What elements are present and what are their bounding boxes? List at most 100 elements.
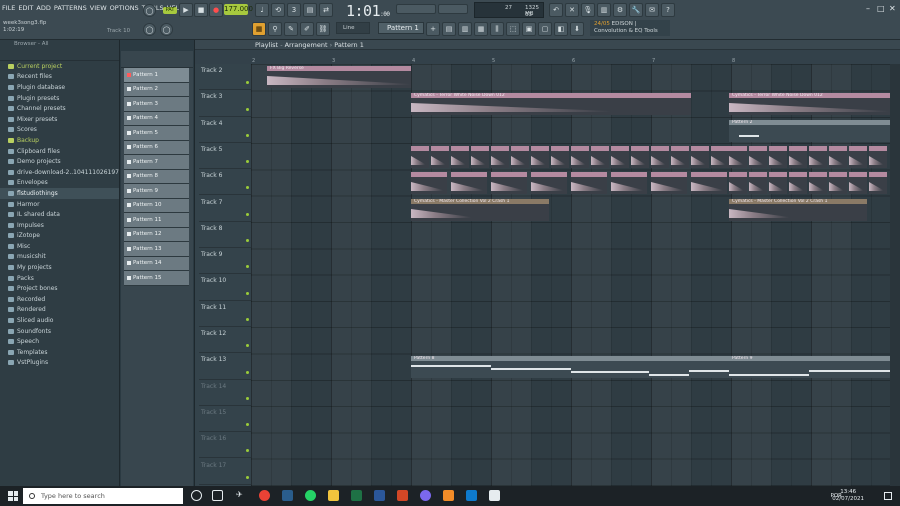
track-header[interactable]: Track 11 [199,301,251,327]
browser-item[interactable]: Current project [0,61,119,72]
plugin-icon[interactable]: ⚙ [613,3,627,17]
track-header[interactable]: Track 17 [199,459,251,485]
project-info-icon[interactable]: ▢ [538,22,552,36]
browser-item[interactable]: drive-download-2..104111026197.001 [0,167,119,178]
clip-sample[interactable] [869,146,887,168]
link-icon[interactable]: ⛓ [316,22,330,36]
clip-sample[interactable] [511,146,529,168]
clip-pattern-9[interactable]: Pattern 9 [729,356,891,378]
pattern-item[interactable]: Pattern 15 [124,271,189,286]
track-header[interactable]: Track 5 [199,143,251,170]
news-icon[interactable]: ✉ [645,3,659,17]
play-button[interactable]: ▶ [179,3,193,17]
clip-sample[interactable] [691,172,727,194]
clip-sample[interactable] [711,146,729,168]
vertical-scrollbar[interactable] [890,64,900,486]
clip-sample[interactable] [829,146,847,168]
cortana-icon[interactable] [191,490,202,501]
menu-patterns[interactable]: PATTERNS [54,4,87,12]
browser-item[interactable]: Demo projects [0,156,119,167]
clip-sample[interactable] [809,146,827,168]
arrangement-grid[interactable]: FX Big Reverse Cymatics - Terror White N… [251,64,891,486]
step-edit-icon[interactable]: ▤ [303,3,317,17]
menu-file[interactable]: FILE [2,4,15,12]
loop-record-icon[interactable]: ⟲ [271,3,285,17]
powerpoint-icon[interactable] [397,490,408,501]
track-header[interactable]: Track 4 [199,117,251,143]
tempo-display[interactable]: 177.000 [224,4,253,15]
pattern-item[interactable]: Pattern 7 [124,155,189,170]
browser-item[interactable]: musicshit [0,252,119,263]
pattern-item[interactable]: Pattern 10 [124,198,189,213]
clip-sample[interactable] [611,172,647,194]
clip-sample[interactable] [729,146,747,168]
track-mute-led-icon[interactable] [246,212,249,216]
minimize-icon[interactable]: – [866,4,870,13]
menu-edit[interactable]: EDIT [18,4,33,12]
track-header[interactable]: Track 6 [199,169,251,196]
channel-rack-icon[interactable]: ▦ [474,22,488,36]
pattern-item[interactable]: Pattern 6 [124,140,189,155]
clip-sample[interactable] [451,172,487,194]
record-button[interactable]: ● [209,3,223,17]
tempo-knob-icon[interactable]: ◯ [143,23,156,36]
close-icon[interactable]: ✕ [889,4,896,13]
clip-sample[interactable] [789,172,807,194]
clip-sample[interactable] [491,146,509,168]
pattern-item[interactable]: Pattern 1 [124,68,189,83]
clip-sample[interactable] [491,172,527,194]
blend-notes-icon[interactable]: ⇄ [319,3,333,17]
metronome-icon[interactable]: ♩ [255,3,269,17]
pattern-selector[interactable]: Pattern 1 [378,22,424,34]
stop-button[interactable]: ■ [194,3,208,17]
help-icon[interactable]: ? [661,3,675,17]
track-header[interactable]: Track 2 [199,64,251,91]
track-mute-led-icon[interactable] [246,160,249,164]
clip-terror-noise-2[interactable]: Cymatics - Terror White Noise Down 012 [729,93,891,115]
track-header[interactable]: Track 16 [199,432,251,459]
audio-input-icon[interactable]: 🎙 [581,3,595,17]
typing-keyboard-icon[interactable]: ▦ [252,22,266,36]
browser-icon[interactable]: ▣ [522,22,536,36]
pattern-item[interactable]: Pattern 4 [124,111,189,126]
track-header[interactable]: Track 10 [199,274,251,301]
snap-magnet-icon[interactable]: ⚲ [268,22,282,36]
paint-icon[interactable]: ✐ [300,22,314,36]
master-volume-slider[interactable] [438,4,468,14]
clip-sample[interactable] [611,146,629,168]
track-header[interactable]: Track 7 [199,196,251,222]
pattern-item[interactable]: Pattern 11 [124,213,189,228]
clip-sample[interactable] [451,146,469,168]
clip-sample[interactable] [769,146,787,168]
playlist-icon[interactable]: ▤ [442,22,456,36]
browser-item[interactable]: Clipboard files [0,146,119,157]
clip-fx-big-reverse[interactable]: FX Big Reverse [267,66,411,88]
clip-crash-2[interactable]: Cymatics - Master Collection Vol 2 Crash… [729,199,867,221]
browser-item[interactable]: Packs [0,273,119,284]
browser-item[interactable]: Sliced audio [0,315,119,326]
track-mute-led-icon[interactable] [246,423,249,427]
clip-sample[interactable] [729,172,747,194]
browser-item[interactable]: Backup [0,135,119,146]
browser-item[interactable]: Mixer presets [0,114,119,125]
clip-sample[interactable] [749,146,767,168]
clip-sample[interactable] [671,146,689,168]
pitch-knob-icon[interactable]: ◯ [160,23,173,36]
track-mute-led-icon[interactable] [246,133,249,137]
browser-item[interactable]: Soundfonts [0,326,119,337]
track-mute-led-icon[interactable] [246,239,249,243]
fl-studio-icon[interactable] [443,490,454,501]
track-mute-led-icon[interactable] [246,475,249,479]
clip-sample[interactable] [809,172,827,194]
track-header[interactable]: Track 9 [199,248,251,275]
taskbar-search-input[interactable]: Type here to search [23,488,183,504]
pat-song-toggle[interactable]: PAT [163,7,177,14]
clip-sample[interactable] [869,172,887,194]
clip-sample[interactable] [749,172,767,194]
browser-item[interactable]: Recorded [0,294,119,305]
notifications-icon[interactable] [884,492,892,500]
clip-pattern-8[interactable]: Pattern 8 [411,356,729,378]
browser-item[interactable]: Recent files [0,72,119,83]
browser-item[interactable]: Harmor [0,199,119,210]
clip-sample[interactable] [691,146,709,168]
